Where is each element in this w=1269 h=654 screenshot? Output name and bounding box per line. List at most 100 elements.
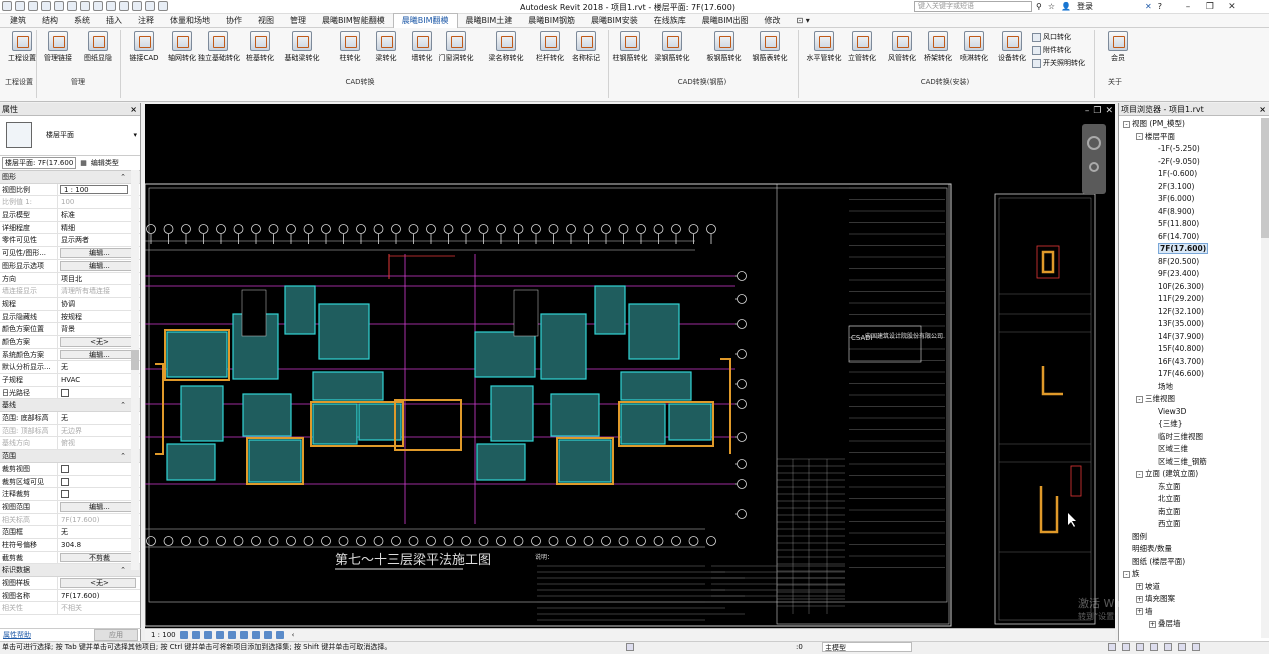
ribbon-button-2[interactable]: 图纸显隐 — [78, 31, 118, 63]
ribbon-button-7[interactable]: 基础梁转化 — [282, 31, 322, 63]
tab-0[interactable]: 建筑 — [2, 14, 34, 28]
browser-node[interactable]: 11F(29.200) — [1119, 293, 1269, 306]
tab-5[interactable]: 体量和场地 — [162, 14, 218, 28]
section-icon[interactable] — [119, 1, 129, 11]
property-value[interactable]: 标准 — [58, 209, 140, 221]
browser-node[interactable]: 区域三维_钢筋 — [1119, 456, 1269, 469]
ribbon-button-4[interactable]: 轴网转化 — [162, 31, 202, 63]
sign-in-link[interactable]: 登录 — [1077, 1, 1093, 12]
browser-node[interactable]: - 视图 (PM_模型) — [1119, 118, 1269, 131]
tab-1[interactable]: 结构 — [34, 14, 66, 28]
design-options-icon[interactable] — [1108, 643, 1116, 651]
property-value[interactable]: 精细 — [58, 222, 140, 234]
browser-node[interactable]: -1F(-5.250) — [1119, 143, 1269, 156]
browser-node[interactable]: 16F(43.700) — [1119, 356, 1269, 369]
browser-node[interactable]: 17F(46.600) — [1119, 368, 1269, 381]
properties-help-link[interactable]: 属性帮助 — [3, 630, 31, 640]
close-hidden-icon[interactable] — [145, 1, 155, 11]
checkbox[interactable] — [61, 477, 69, 486]
browser-node[interactable]: 2F(3.100) — [1119, 181, 1269, 194]
property-value[interactable]: 按规程 — [58, 311, 140, 323]
property-value[interactable]: 编辑... — [60, 248, 136, 258]
tab-13[interactable]: 晨曦BIM安装 — [583, 14, 646, 28]
property-value[interactable]: 无 — [58, 526, 140, 538]
checkbox[interactable] — [61, 464, 69, 473]
collapse-icon[interactable]: - — [1136, 133, 1143, 140]
crop-view-icon[interactable] — [227, 631, 236, 639]
ribbon-button-15[interactable]: 柱钢筋转化 — [610, 31, 650, 63]
browser-node[interactable]: 13F(35.000) — [1119, 318, 1269, 331]
browser-node[interactable]: 图例 — [1119, 531, 1269, 544]
ribbon-button-23[interactable]: 喷淋转化 — [954, 31, 994, 63]
ribbon-button-5[interactable]: 独立基础转化 — [198, 31, 240, 63]
type-selector[interactable]: 楼层平面 ▾ — [0, 116, 140, 156]
ribbon-button-17[interactable]: 板钢筋转化 — [704, 31, 744, 63]
browser-node[interactable]: 9F(23.400) — [1119, 268, 1269, 281]
property-value[interactable] — [58, 488, 140, 500]
property-category[interactable]: 基线 — [0, 399, 140, 413]
visual-style-icon[interactable] — [191, 631, 200, 639]
reveal-hidden-icon[interactable] — [263, 631, 272, 639]
browser-node[interactable]: -族 — [1119, 568, 1269, 581]
browser-node[interactable]: View3D — [1119, 406, 1269, 419]
ribbon-button-9[interactable]: 梁转化 — [366, 31, 406, 63]
tab-14[interactable]: 在线族库 — [646, 14, 694, 28]
ribbon-button-22[interactable]: 桥架转化 — [918, 31, 958, 63]
collapse-icon[interactable]: - — [1123, 120, 1130, 128]
property-value[interactable]: 显示两者 — [58, 234, 140, 246]
ribbon-button-6[interactable]: 桩基转化 — [240, 31, 280, 63]
browser-node[interactable]: 场地 — [1119, 381, 1269, 394]
browser-node[interactable]: 15F(40.800) — [1119, 343, 1269, 356]
ribbon-button-25[interactable]: 会员 — [1098, 31, 1138, 63]
tab-15[interactable]: 晨曦BIM出图 — [694, 14, 757, 28]
property-value[interactable]: 编辑... — [60, 501, 136, 512]
scroll-left-icon[interactable]: ‹ — [292, 631, 295, 639]
browser-node[interactable]: 西立面 — [1119, 518, 1269, 531]
ribbon-button-13[interactable]: 栏杆转化 — [530, 31, 570, 63]
tab-2[interactable]: 系统 — [66, 14, 98, 28]
save-icon[interactable] — [28, 1, 38, 11]
property-value[interactable]: HVAC — [58, 374, 140, 386]
close-icon[interactable]: × — [130, 103, 137, 116]
browser-node[interactable]: 14F(37.900) — [1119, 331, 1269, 344]
thin-lines-icon[interactable] — [132, 1, 142, 11]
ribbon-button-20[interactable]: 立管转化 — [842, 31, 882, 63]
tab-8[interactable]: 管理 — [282, 14, 314, 28]
binoculars-icon[interactable]: ⚲ — [1036, 2, 1042, 11]
browser-node[interactable]: 3F(6.000) — [1119, 193, 1269, 206]
chevron-down-icon[interactable]: ▾ — [133, 131, 137, 139]
select-pinned-icon[interactable] — [1150, 643, 1158, 651]
show-crop-icon[interactable] — [239, 631, 248, 639]
help-icon[interactable]: ? — [1158, 2, 1162, 11]
property-value[interactable]: <无> — [60, 336, 136, 347]
view-scale[interactable]: 1 : 100 — [151, 631, 176, 639]
exchange-icon[interactable]: ✕ — [1145, 2, 1152, 11]
ribbon-button-14[interactable]: 名称标记 — [566, 31, 606, 63]
measure-icon[interactable] — [80, 1, 90, 11]
tab-16[interactable]: 修改 — [757, 14, 789, 28]
ribbon-button-21[interactable]: 风管转化 — [882, 31, 922, 63]
open-icon[interactable] — [15, 1, 25, 11]
property-value[interactable] — [58, 387, 140, 399]
browser-node[interactable]: 临时三维视图 — [1119, 431, 1269, 444]
steering-wheel-icon[interactable] — [1087, 136, 1101, 150]
text-icon[interactable] — [93, 1, 103, 11]
navigation-bar[interactable] — [1082, 124, 1106, 194]
property-value[interactable]: 304.8 — [58, 539, 140, 551]
browser-node[interactable]: 南立面 — [1119, 506, 1269, 519]
default-3d-icon[interactable] — [106, 1, 116, 11]
collapse-icon[interactable]: - — [1123, 570, 1130, 578]
property-value[interactable]: 无 — [58, 361, 140, 373]
workset-select[interactable]: 主模型 — [822, 642, 912, 652]
browser-node[interactable]: - 立面 (建筑立面) — [1119, 468, 1269, 481]
browser-node[interactable]: 图纸 (楼层平面) — [1119, 556, 1269, 569]
restore-view-icon[interactable]: ❐ — [1093, 106, 1101, 116]
browser-node[interactable]: 6F(14.700) — [1119, 231, 1269, 244]
tab-4[interactable]: 注释 — [130, 14, 162, 28]
browser-node[interactable]: 10F(26.300) — [1119, 281, 1269, 294]
browser-node[interactable]: 区域三维 — [1119, 443, 1269, 456]
search-input[interactable]: 键入关键字或短语 — [914, 1, 1032, 12]
undo-icon[interactable] — [41, 1, 51, 11]
edit-type-button[interactable]: 编辑类型 — [91, 158, 119, 168]
ribbon-button-19[interactable]: 水平管转化 — [804, 31, 844, 63]
